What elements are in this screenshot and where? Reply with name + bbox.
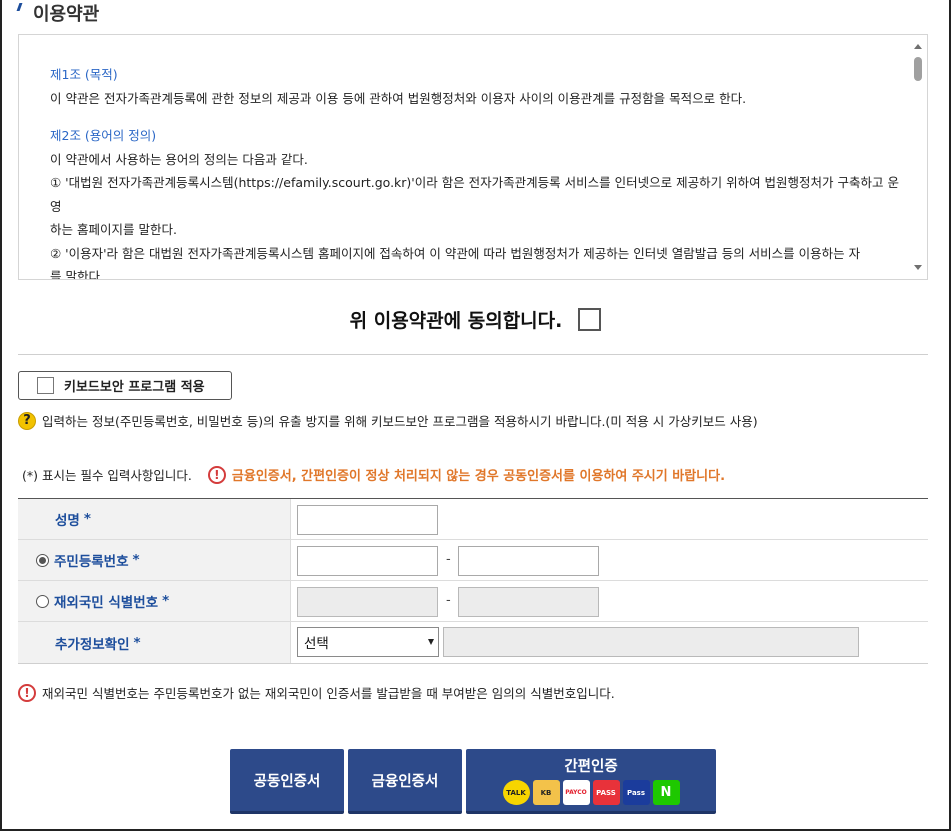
agree-checkbox[interactable]: [578, 307, 602, 331]
keyboard-security-label: 키보드보안 프로그램 적용: [64, 380, 205, 395]
foreign-label-cell[interactable]: 재외국민 식별번호 *: [18, 581, 291, 621]
required-mark: *: [132, 552, 140, 568]
divider: [18, 354, 928, 355]
keyboard-note-text: 입력하는 정보(주민등록번호, 비밀번호 등)의 유출 방지를 위해 키보드보안…: [42, 414, 758, 429]
payco-icon: PAYCO: [562, 780, 590, 805]
rrn-label-cell[interactable]: 주민등록번호 *: [18, 540, 291, 580]
joint-cert-button[interactable]: 공동인증서: [230, 749, 344, 814]
scroll-down-icon[interactable]: [914, 265, 922, 270]
pass-icon: PASS: [592, 780, 620, 805]
article-1-heading: 제1조 (목적): [50, 67, 118, 82]
rrn-front-input[interactable]: [297, 546, 438, 576]
foreign-label: 재외국민 식별번호: [54, 595, 159, 611]
joint-cert-label: 공동인증서: [253, 773, 321, 790]
naver-icon: N: [652, 780, 680, 805]
agree-label: 위 이용약관에 동의합니다.: [349, 309, 563, 332]
article-2-intro: 이 약관에서 사용하는 용어의 정의는 다음과 같다.: [50, 151, 308, 167]
keyboard-security-checkbox[interactable]: [37, 377, 54, 394]
simple-auth-label: 간편인증: [564, 759, 618, 775]
identity-form: 성명 * 주민등록번호 * - 재외국민 식별번호 * - 추가정보확인 * 선…: [18, 498, 928, 664]
simple-auth-button[interactable]: 간편인증 TALK KB PAYCO PASS Pass N: [466, 749, 716, 814]
financial-cert-button[interactable]: 금융인증서: [348, 749, 462, 814]
article-1-body: 이 약관은 전자가족관계등록에 관한 정보의 제공과 이용 등에 관하여 법원행…: [50, 90, 747, 106]
terms-scrollbar[interactable]: [910, 35, 927, 279]
keyboard-note: ? 입력하는 정보(주민등록번호, 비밀번호 등)의 유출 방지를 위해 키보드…: [18, 411, 758, 430]
form-row-name: 성명 *: [18, 499, 928, 540]
rrn-dash: -: [446, 552, 451, 567]
warning-icon: !: [18, 683, 36, 702]
required-mark: *: [83, 511, 91, 527]
kb-icon: KB: [532, 780, 560, 805]
kakao-talk-icon: TALK: [502, 780, 530, 805]
extra-info-input[interactable]: [443, 627, 859, 657]
rrn-back-input[interactable]: [458, 546, 599, 576]
name-input[interactable]: [297, 505, 438, 535]
article-2-item-2: ② '이용자'라 함은 대법원 전자가족관계등록시스템 홈페이지에 접속하여 이…: [50, 245, 861, 261]
article-2-item-2-cont: 를 말한다.: [50, 269, 104, 280]
warning-icon: !: [207, 465, 226, 484]
scroll-thumb[interactable]: [914, 57, 922, 81]
agree-row: 위 이용약관에 동의합니다.: [0, 304, 951, 334]
foreign-note: ! 재외국민 식별번호는 주민등록번호가 없는 재외국민이 인증서를 발급받을 …: [18, 683, 615, 702]
financial-cert-label: 금융인증서: [371, 773, 439, 790]
article-2-heading: 제2조 (용어의 정의): [50, 128, 157, 143]
article-2-item-1: ① '대법원 전자가족관계등록시스템(https://efamily.scour…: [50, 175, 899, 214]
name-label-cell: 성명 *: [18, 499, 291, 539]
cert-warning: 금융인증서, 간편인증이 정상 처리되지 않는 경우 공동인증서를 이용하여 주…: [231, 469, 726, 484]
required-mark: *: [133, 634, 141, 651]
rrn-radio[interactable]: [36, 553, 49, 567]
required-mark: *: [162, 593, 170, 609]
terms-box[interactable]: 제1조 (목적) 이 약관은 전자가족관계등록에 관한 정보의 제공과 이용 등…: [18, 34, 928, 280]
samsung-pass-icon: Pass: [622, 780, 650, 805]
chevron-down-icon: [428, 639, 434, 645]
form-row-rrn: 주민등록번호 * -: [18, 540, 928, 581]
foreign-back-input[interactable]: [458, 587, 599, 617]
section-title: 이용약관: [16, 0, 100, 26]
question-icon: ?: [18, 411, 36, 430]
title-marker: [16, 3, 23, 11]
foreign-front-input[interactable]: [297, 587, 438, 617]
name-label: 성명: [55, 513, 80, 529]
terms-content: 제1조 (목적) 이 약관은 전자가족관계등록에 관한 정보의 제공과 이용 등…: [50, 63, 900, 280]
foreign-dash: -: [446, 593, 451, 608]
article-2-item-1-cont: 하는 홈페이지를 말한다.: [50, 222, 177, 237]
form-row-foreign: 재외국민 식별번호 * -: [18, 581, 928, 622]
extra-label: 추가정보확인: [55, 636, 130, 653]
scroll-up-icon[interactable]: [914, 44, 922, 49]
rrn-label: 주민등록번호: [54, 554, 129, 570]
required-note: (*) 표시는 필수 입력사항입니다.: [22, 468, 192, 483]
extra-label-cell: 추가정보확인 *: [18, 622, 291, 663]
foreign-radio[interactable]: [36, 594, 49, 608]
section-title-text: 이용약관: [33, 4, 100, 25]
form-row-extra: 추가정보확인 * 선택: [18, 622, 928, 663]
extra-info-select[interactable]: 선택: [297, 627, 439, 657]
keyboard-security-button[interactable]: 키보드보안 프로그램 적용: [18, 371, 232, 400]
foreign-note-text: 재외국민 식별번호는 주민등록번호가 없는 재외국민이 인증서를 발급받을 때 …: [42, 686, 615, 701]
extra-info-select-value: 선택: [304, 636, 329, 652]
notice-row: (*) 표시는 필수 입력사항입니다. ! 금융인증서, 간편인증이 정상 처리…: [22, 465, 725, 484]
simple-auth-logos: TALK KB PAYCO PASS Pass N: [502, 780, 680, 805]
